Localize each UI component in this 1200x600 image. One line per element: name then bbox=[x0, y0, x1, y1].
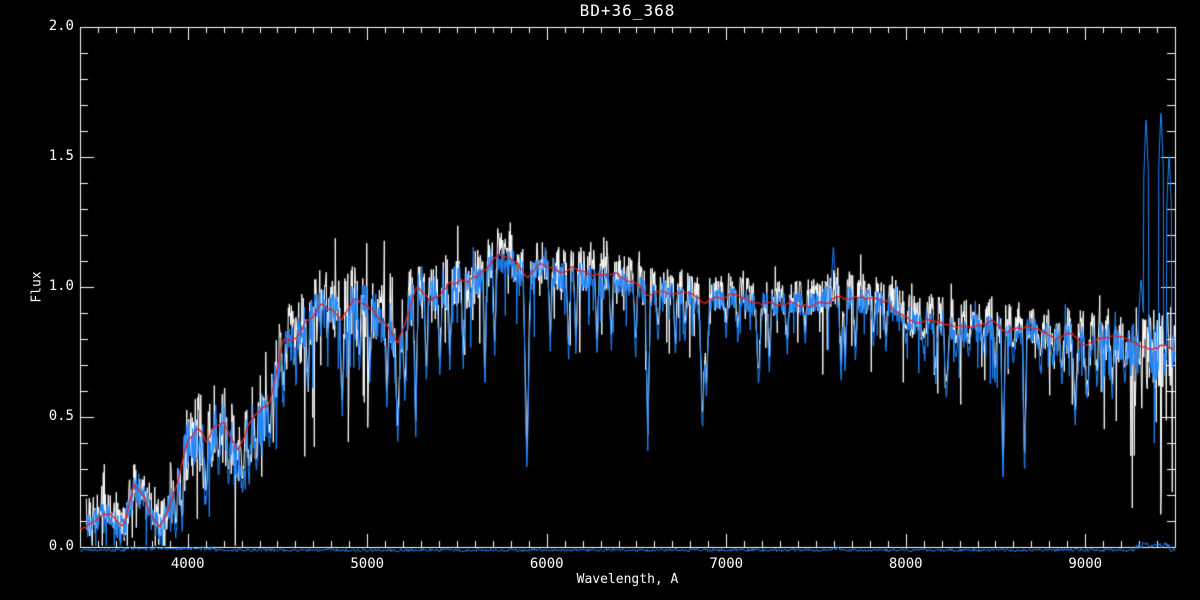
spectrum-plot-window: BD+36_368 Flux Wavelength, A 0.0 0.5 1.0 1.… bbox=[0, 0, 1200, 600]
y-tick-label-0.0: 0.0 bbox=[48, 538, 74, 554]
x-tick-label-6000: 6000 bbox=[529, 556, 564, 572]
x-tick-label-9000: 9000 bbox=[1068, 556, 1103, 572]
x-tick-label-4000: 4000 bbox=[170, 556, 205, 572]
y-tick-label-2.0: 2.0 bbox=[48, 18, 74, 34]
y-tick-label-1.0: 1.0 bbox=[48, 278, 74, 294]
x-tick-label-5000: 5000 bbox=[350, 556, 385, 572]
x-axis-label: Wavelength, A bbox=[576, 572, 679, 587]
y-tick-label-0.5: 0.5 bbox=[48, 408, 74, 424]
spectrum-plot-canvas bbox=[0, 0, 1200, 600]
plot-title: BD+36_368 bbox=[579, 1, 676, 20]
x-tick-label-7000: 7000 bbox=[709, 556, 744, 572]
y-tick-label-1.5: 1.5 bbox=[48, 148, 74, 164]
x-tick-label-8000: 8000 bbox=[888, 556, 923, 572]
